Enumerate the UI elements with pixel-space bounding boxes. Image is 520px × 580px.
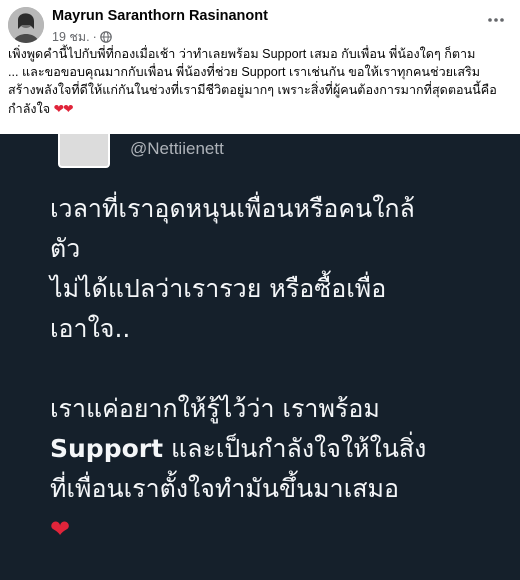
meta-separator: · xyxy=(92,30,97,44)
quote-line: เอาใจ.. xyxy=(50,314,131,343)
more-icon xyxy=(488,18,504,22)
post-author[interactable]: Mayrun Saranthorn Rasinanont xyxy=(52,8,268,24)
caption-line: สร้างพลังใจที่ดีให้แก่กันในช่วงที่เรามีช… xyxy=(8,83,497,98)
quote-line: ตัว xyxy=(50,234,81,263)
post-time[interactable]: 19 ชม. xyxy=(52,27,90,47)
quote-line: ที่เพื่อนเราตั้งใจทำมันขึ้นมาเสมอ xyxy=(50,474,399,503)
heart-icon: ❤ xyxy=(50,515,71,543)
quote-line: เวลาที่เราอุดหนุนเพื่อนหรือคนใกล้ xyxy=(50,194,415,223)
quote-line: Support และเป็นกำลังใจให้ในสิ่ง xyxy=(50,429,505,469)
avatar[interactable] xyxy=(8,7,44,43)
card-avatar xyxy=(58,134,110,168)
quote-line: ไม่ได้แปลว่าเรารวย หรือซื้อเพื่อ xyxy=(50,274,387,303)
globe-icon xyxy=(99,31,112,43)
caption-text: กำลังใจ xyxy=(8,101,51,116)
quote-gap xyxy=(50,349,505,389)
caption-line: กำลังใจ ❤❤ xyxy=(8,100,514,118)
card-handle: @Nettiienett xyxy=(130,139,224,158)
caption-line: ... และขอขอบคุณมากกับเพื่อน พี่น้องที่ช่… xyxy=(8,65,481,80)
avatar-photo-icon xyxy=(8,7,44,43)
more-options-button[interactable] xyxy=(484,8,508,32)
quote-text: และเป็นกำลังใจให้ในสิ่ง xyxy=(171,434,427,463)
card-quote-text: เวลาที่เราอุดหนุนเพื่อนหรือคนใกล้ ตัว ไม… xyxy=(50,189,505,549)
caption-line: เพิ่งพูดคำนี้ไปกับพี่ที่กองเมื่อเช้า ว่า… xyxy=(8,47,476,61)
post-caption: เพิ่งพูดคำนี้ไปกับพี่ที่กองเมื่อเช้า ว่า… xyxy=(8,45,514,118)
post-header: Mayrun Saranthorn Rasinanont 19 ชม. · xyxy=(0,0,520,46)
quote-line: เราแค่อยากให้รู้ไว้ว่า เราพร้อม xyxy=(50,394,380,423)
shared-image-card[interactable]: @Nettiienett เวลาที่เราอุดหนุนเพื่อนหรือ… xyxy=(0,134,520,580)
post-meta: 19 ชม. · xyxy=(52,27,112,47)
quote-bold-word: Support xyxy=(50,434,164,463)
heart-icon: ❤❤ xyxy=(53,101,74,116)
